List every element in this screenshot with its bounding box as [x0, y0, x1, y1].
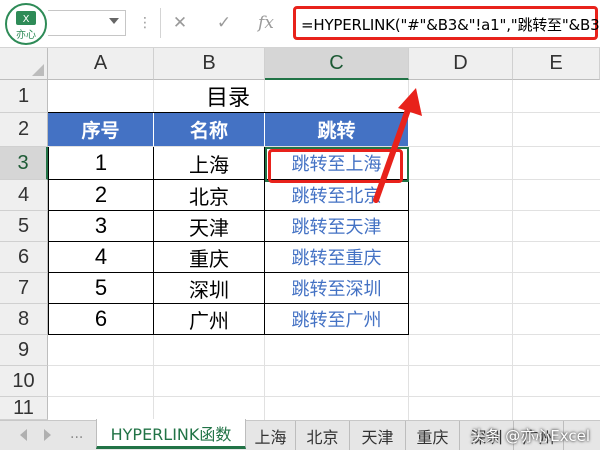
- sheet-tab-tianjin[interactable]: 天津: [350, 421, 406, 450]
- header-cell-index[interactable]: 序号: [48, 113, 154, 146]
- logo-text: 亦心: [16, 28, 36, 41]
- scroll-right-icon[interactable]: [44, 429, 51, 441]
- formula-input[interactable]: =HYPERLINK("#"&B3&"!a1","跳转至"&B3): [293, 6, 600, 40]
- row-header-5[interactable]: 5: [0, 211, 48, 242]
- gridline: [512, 80, 513, 420]
- row-header-6[interactable]: 6: [0, 242, 48, 273]
- column-header-e[interactable]: E: [513, 48, 600, 80]
- logo: X 亦心: [4, 2, 48, 46]
- sheet-tab-bar: ... HYPERLINK函数 上海 北京 天津 重庆 深圳 广州 头条 @亦心…: [0, 419, 600, 450]
- svg-text:X: X: [23, 14, 30, 25]
- row-header-8[interactable]: 8: [0, 304, 48, 335]
- watermark: 头条 @亦心Excel: [470, 427, 590, 445]
- scroll-left-icon[interactable]: [20, 429, 27, 441]
- table-cell[interactable]: 天津: [154, 211, 265, 242]
- hyperlink-cell[interactable]: 跳转至广州: [265, 304, 409, 335]
- row-header-11[interactable]: 11: [0, 397, 48, 420]
- hyperlink-cell[interactable]: 跳转至天津: [265, 211, 409, 242]
- sheet-tab-shanghai[interactable]: 上海: [246, 421, 296, 450]
- table-cell[interactable]: 重庆: [154, 242, 265, 273]
- gridline: [48, 396, 600, 397]
- insert-function-icon[interactable]: fx: [252, 10, 280, 36]
- table-cell[interactable]: 4: [48, 242, 154, 273]
- table-cell[interactable]: 广州: [154, 304, 265, 335]
- row-header-10[interactable]: 10: [0, 366, 48, 397]
- more-sheets-icon[interactable]: ...: [70, 426, 83, 442]
- row-header-4[interactable]: 4: [0, 180, 48, 211]
- row-header-9[interactable]: 9: [0, 335, 48, 366]
- hyperlink-cell[interactable]: 跳转至重庆: [265, 242, 409, 273]
- gridline: [48, 365, 600, 366]
- table-cell[interactable]: 深圳: [154, 273, 265, 304]
- row-header-7[interactable]: 7: [0, 273, 48, 304]
- column-header-d[interactable]: D: [409, 48, 513, 80]
- excel-logo-icon: X 亦心: [5, 3, 47, 45]
- table-cell[interactable]: 上海: [154, 147, 265, 180]
- more-options-icon[interactable]: ⋮: [138, 15, 153, 31]
- chevron-down-icon[interactable]: [109, 18, 119, 24]
- table-cell[interactable]: 3: [48, 211, 154, 242]
- row-header-2[interactable]: 2: [0, 113, 48, 147]
- table-cell[interactable]: 5: [48, 273, 154, 304]
- table-cell[interactable]: 北京: [154, 180, 265, 211]
- table-cell[interactable]: 6: [48, 304, 154, 335]
- header-cell-name[interactable]: 名称: [154, 113, 265, 146]
- hyperlink-cell[interactable]: 跳转至深圳: [265, 273, 409, 304]
- column-header-b[interactable]: B: [154, 48, 265, 80]
- column-header-c[interactable]: C: [265, 48, 409, 80]
- column-header-a[interactable]: A: [48, 48, 154, 80]
- row-header-1[interactable]: 1: [0, 80, 48, 113]
- formula-bar: C3 X 亦心 ⋮ ✕ ✓ fx =HYPERLINK("#"&B3&"!a1"…: [0, 0, 600, 48]
- sheet-tab-hyperlink[interactable]: HYPERLINK函数: [96, 419, 246, 449]
- sheet-tab-beijing[interactable]: 北京: [296, 421, 350, 450]
- formula-text: =HYPERLINK("#"&B3&"!a1","跳转至"&B3): [301, 16, 600, 34]
- cancel-icon[interactable]: ✕: [166, 10, 194, 36]
- select-all-icon: [32, 64, 44, 76]
- select-all-button[interactable]: [0, 48, 48, 80]
- table-cell[interactable]: 2: [48, 180, 154, 211]
- annotation-arrow-icon: [373, 88, 422, 203]
- table-title[interactable]: 目录: [48, 80, 408, 113]
- row-header-3[interactable]: 3: [0, 147, 48, 180]
- formula-bar-divider: [160, 8, 161, 38]
- sheet-tab-chongqing[interactable]: 重庆: [406, 421, 460, 450]
- confirm-icon[interactable]: ✓: [210, 10, 238, 36]
- spreadsheet-grid[interactable]: A B C D E 1 2 3 4 5 6 7 8 9 10 11 目录 序号 …: [0, 48, 600, 420]
- table-cell[interactable]: 1: [48, 147, 154, 180]
